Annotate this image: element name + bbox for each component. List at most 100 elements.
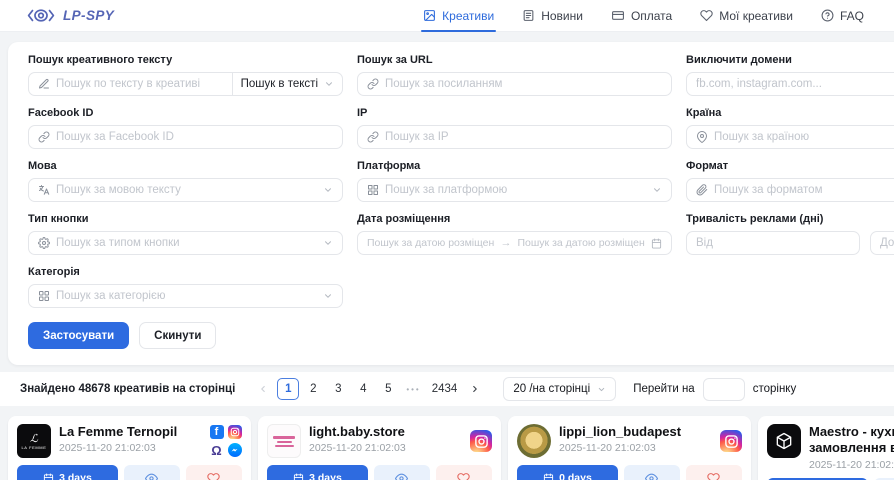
reset-button[interactable]: Скинути [139,322,216,349]
view-button[interactable] [624,465,680,480]
field-label: IP [357,107,672,119]
heart-icon [457,472,470,480]
card-date: 2025-11-20 21:02:03 [559,442,712,454]
eye-icon [145,472,158,480]
creative-card[interactable]: lippi_lion_budapest 2025-11-20 21:02:03 … [508,416,751,480]
nav-label: FAQ [840,9,864,23]
field-label: Пошук за URL [357,54,672,66]
creative-text-input[interactable] [56,78,223,90]
duration-from-input[interactable] [696,237,850,249]
nav-item-news[interactable]: Новини [522,0,583,32]
calendar-icon [293,473,304,480]
url-box [357,72,672,96]
platform-select [357,178,672,202]
pagination-ellipsis[interactable]: ••• [402,385,424,394]
platform-icons [720,424,742,458]
country-box [686,125,894,149]
field-language: Мова [28,160,343,202]
nav-item-faq[interactable]: FAQ [821,0,864,32]
chevron-down-icon[interactable] [652,185,662,195]
nav-item-creatives[interactable]: Креативи [423,0,494,32]
days-button[interactable]: 3 days [17,465,118,480]
nav-label: Оплата [631,9,672,23]
field-label: Мова [28,160,343,172]
ip-input[interactable] [385,131,662,143]
page-button-3[interactable]: 3 [327,378,349,400]
image-icon [423,9,436,22]
url-input[interactable] [385,78,662,90]
chevron-down-icon[interactable] [323,238,333,248]
favorite-button[interactable] [686,465,742,480]
apply-button[interactable]: Застосувати [28,322,129,349]
field-placement-date: Дата розміщення → [357,213,672,255]
exclude-domains-input[interactable] [696,78,894,90]
platform-input[interactable] [385,184,646,196]
goto-page-input[interactable] [703,378,745,401]
filter-row-1: Пошук креативного тексту Пошук в тексті [28,54,894,96]
country-input[interactable] [714,131,894,143]
chevron-down-icon[interactable] [323,291,333,301]
facebook-id-input[interactable] [56,131,333,143]
language-input[interactable] [56,184,317,196]
app-logo[interactable]: LP-SPY [26,7,114,24]
page-size-select[interactable]: 20 /на сторінці [503,377,616,401]
next-page-icon[interactable] [464,378,486,400]
category-input[interactable] [56,290,317,302]
field-label: Платформа [357,160,672,172]
link-icon [367,78,379,90]
page-button-last[interactable]: 2434 [428,378,462,400]
map-pin-icon [696,131,708,143]
creative-text-mode-select[interactable]: Пошук в тексті [232,72,343,96]
news-icon [522,9,535,22]
page-button-5[interactable]: 5 [377,378,399,400]
field-label: Facebook ID [28,107,343,119]
field-platform: Платформа [357,160,672,202]
eye-icon [645,472,658,480]
facebook-icon: f [210,425,224,439]
page-content: Пошук креативного тексту Пошук в тексті [0,32,894,365]
field-button-type: Тип кнопки [28,213,343,255]
favorite-button[interactable] [186,465,242,480]
format-input[interactable] [714,184,894,196]
instagram-icon [228,425,242,439]
prev-page-icon[interactable] [252,378,274,400]
page-button-4[interactable]: 4 [352,378,374,400]
page-button-1[interactable]: 1 [277,378,299,400]
heart-icon [700,9,713,22]
goto-page: Перейти на сторінку [633,378,796,401]
creative-card[interactable]: Maestro - кухні, ме замовлення в Ужг 202… [758,416,894,480]
view-button[interactable] [374,465,430,480]
filter-row-3: Мова Платформа [28,160,894,202]
chevron-down-icon[interactable] [323,185,333,195]
logo-text: LP-SPY [63,8,114,23]
translate-icon [38,184,50,196]
category-icon [38,290,50,302]
date-from-input[interactable] [367,237,495,249]
platform-icons: f Ω [209,424,242,458]
days-button[interactable]: 3 days [267,465,368,480]
favorite-button[interactable] [436,465,492,480]
duration-to-input[interactable] [880,237,894,249]
creative-card[interactable]: ℒ LA FEMME La Femme Ternopil 2025-11-20 … [8,416,251,480]
nav-item-payment[interactable]: Оплата [611,0,672,32]
creative-card[interactable]: light.baby.store 2025-11-20 21:02:03 3 d… [258,416,501,480]
gear-icon [38,237,50,249]
page-button-2[interactable]: 2 [302,378,324,400]
button-type-input[interactable] [56,237,317,249]
nav-item-my-creatives[interactable]: Мої креативи [700,0,793,32]
field-label: Тривалість реклами (дні) [686,213,894,225]
credit-card-icon [611,9,625,22]
button-type-select [28,231,343,255]
pagination: 1 2 3 4 5 ••• 2434 [252,378,486,400]
field-label: Країна [686,107,894,119]
placement-date-range: → [357,231,672,255]
paperclip-icon [696,184,708,196]
duration-to-box [870,231,894,255]
card-header: lippi_lion_budapest 2025-11-20 21:02:03 [517,424,742,458]
view-button[interactable] [124,465,180,480]
days-label: 3 days [59,472,92,480]
calendar-icon[interactable] [651,238,662,249]
days-button[interactable]: 0 days [517,465,618,480]
app-header: LP-SPY Креативи Новини Оплата Мої креати… [0,0,894,32]
date-to-input[interactable] [518,237,646,249]
